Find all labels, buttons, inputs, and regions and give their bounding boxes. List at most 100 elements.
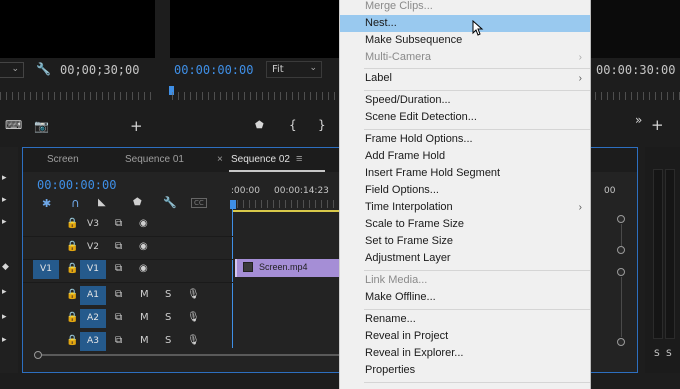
menu-item-set-to-frame-size[interactable]: Set to Frame Size [340, 233, 590, 250]
solo-right-button[interactable]: S [666, 349, 672, 359]
lock-icon[interactable]: 🔒 [66, 218, 78, 229]
sync-lock-icon[interactable]: ⧉ [115, 241, 122, 252]
ruler-label-mid: 00:00:14:23 [274, 186, 329, 196]
ripple-tool-icon[interactable]: ▸ [2, 217, 7, 227]
sequence-timecode: 00:00:00:00 [37, 178, 117, 192]
lock-icon[interactable]: 🔒 [66, 241, 78, 252]
track-id[interactable]: A2 [80, 309, 106, 328]
menu-item-field-options[interactable]: Field Options... [340, 182, 590, 199]
lock-icon[interactable]: 🔒 [66, 312, 78, 323]
microphone-icon[interactable]: 🎙 [187, 312, 200, 323]
menu-item-make-subsequence[interactable]: Make Subsequence [340, 32, 590, 49]
zoom-select[interactable]: Fit ⌄ [266, 61, 322, 78]
tab-sequence-02[interactable]: Sequence 02 [231, 154, 290, 165]
menu-item-reveal-in-explorer[interactable]: Reveal in Explorer... [340, 345, 590, 362]
sync-lock-icon[interactable]: ⧉ [115, 263, 122, 274]
source-patch-v1[interactable]: V1 [33, 260, 59, 279]
wrench-icon[interactable]: 🔧 [36, 62, 51, 76]
captions-icon[interactable]: CC [191, 198, 207, 208]
menu-item-time-interpolation[interactable]: Time Interpolation › [340, 199, 590, 216]
menu-item-properties[interactable]: Properties [340, 362, 590, 379]
menu-item-label[interactable]: Label › [340, 70, 590, 87]
export-frame-icon[interactable]: ⌨ [5, 118, 22, 132]
eye-icon[interactable]: ◉ [139, 241, 148, 252]
marker-tl-icon[interactable]: ⬟ [133, 197, 142, 208]
audio-scroll-knob-bottom[interactable] [617, 338, 625, 346]
sync-lock-icon[interactable]: ⧉ [115, 218, 122, 229]
lock-icon[interactable]: 🔒 [66, 289, 78, 300]
pen-tool-icon[interactable]: ▸ [2, 312, 7, 322]
video-scroll-knob-bottom[interactable] [617, 246, 625, 254]
marker-icon[interactable]: ⬟ [255, 120, 264, 131]
mark-in-icon[interactable]: { [289, 118, 297, 132]
microphone-icon[interactable]: 🎙 [187, 335, 200, 346]
menu-item-reveal-in-project[interactable]: Reveal in Project [340, 328, 590, 345]
track-id[interactable]: A3 [80, 332, 106, 351]
camera-icon[interactable]: 📷 [34, 119, 49, 133]
menu-item-scale-to-frame-size[interactable]: Scale to Frame Size [340, 216, 590, 233]
add-button-right-icon[interactable]: + [651, 116, 664, 134]
mark-out-icon[interactable]: } [318, 118, 326, 132]
add-button-icon[interactable]: + [130, 117, 143, 135]
close-tab-icon[interactable]: × [217, 154, 223, 165]
ruler-label-start: :00:00 [231, 186, 260, 196]
audio-scroll-knob-top[interactable] [617, 268, 625, 276]
source-timecode: 00;00;30;00 [60, 63, 140, 77]
razor-tool-icon[interactable]: ◆ [2, 262, 9, 272]
menu-item-add-frame-hold[interactable]: Add Frame Hold [340, 148, 590, 165]
sync-lock-icon[interactable]: ⧉ [115, 335, 122, 346]
menu-separator [364, 90, 590, 91]
linked-selection-icon[interactable]: ∩ [71, 196, 80, 210]
zoom-scroll-left-knob[interactable] [34, 351, 42, 359]
selection-tool-icon[interactable]: ▸ [2, 173, 7, 183]
slip-tool-icon[interactable]: ▸ [2, 287, 7, 297]
sync-lock-icon[interactable]: ⧉ [115, 289, 122, 300]
track-id[interactable]: A1 [80, 286, 106, 305]
solo-left-button[interactable]: S [654, 349, 660, 359]
add-marker-tl-icon[interactable]: ◣ [98, 197, 106, 208]
menu-item-rename[interactable]: Rename... [340, 311, 590, 328]
mute-button[interactable]: M [140, 289, 149, 300]
microphone-icon[interactable]: 🎙 [187, 289, 200, 300]
tab-screen[interactable]: Screen [47, 154, 79, 165]
timeline-playhead[interactable] [230, 200, 236, 209]
settings-wrench-icon[interactable]: 🔧 [163, 196, 177, 209]
panel-menu-icon[interactable]: ≡ [296, 153, 302, 165]
track-id[interactable]: V1 [80, 260, 106, 279]
video-scroll-knob-top[interactable] [617, 215, 625, 223]
sync-lock-icon[interactable]: ⧉ [115, 312, 122, 323]
source-dropdown[interactable]: ⌄ [0, 62, 24, 78]
track-separator [23, 282, 233, 283]
timeline-clip[interactable]: Screen.mp4 [235, 259, 345, 277]
solo-button[interactable]: S [165, 289, 171, 300]
source-ruler [0, 92, 155, 100]
menu-item-scene-edit-detection[interactable]: Scene Edit Detection... [340, 109, 590, 126]
menu-item-nest[interactable]: Nest... [340, 15, 590, 32]
lock-icon[interactable]: 🔒 [66, 335, 78, 346]
track-id[interactable]: V2 [80, 238, 106, 257]
menu-item-speed-duration[interactable]: Speed/Duration... [340, 92, 590, 109]
overflow-icon[interactable]: » [635, 113, 642, 127]
snap-icon[interactable]: ✱ [42, 197, 51, 210]
mute-button[interactable]: M [140, 312, 149, 323]
tab-sequence-01[interactable]: Sequence 01 [125, 154, 184, 165]
menu-item-insert-frame-hold-segment[interactable]: Insert Frame Hold Segment [340, 165, 590, 182]
track-a2: 🔒 A2 ⧉ M S 🎙 [23, 307, 233, 330]
lock-icon[interactable]: 🔒 [66, 263, 78, 274]
work-area-bar[interactable] [233, 210, 341, 212]
audio-scroll-track [621, 277, 622, 337]
menu-item-frame-hold-options[interactable]: Frame Hold Options... [340, 131, 590, 148]
mute-button[interactable]: M [140, 335, 149, 346]
hand-tool-icon[interactable]: ▸ [2, 335, 7, 345]
zoom-scrollbar[interactable] [42, 354, 342, 356]
eye-icon[interactable]: ◉ [139, 218, 148, 229]
solo-button[interactable]: S [165, 312, 171, 323]
menu-item-make-offline[interactable]: Make Offline... [340, 289, 590, 306]
menu-item-link-media: Link Media... [365, 274, 428, 286]
eye-icon[interactable]: ◉ [139, 263, 148, 274]
right-ruler [595, 92, 680, 100]
menu-item-adjustment-layer[interactable]: Adjustment Layer [340, 250, 590, 267]
solo-button[interactable]: S [165, 335, 171, 346]
track-select-tool-icon[interactable]: ▸ [2, 195, 7, 205]
track-id[interactable]: V3 [80, 215, 106, 234]
